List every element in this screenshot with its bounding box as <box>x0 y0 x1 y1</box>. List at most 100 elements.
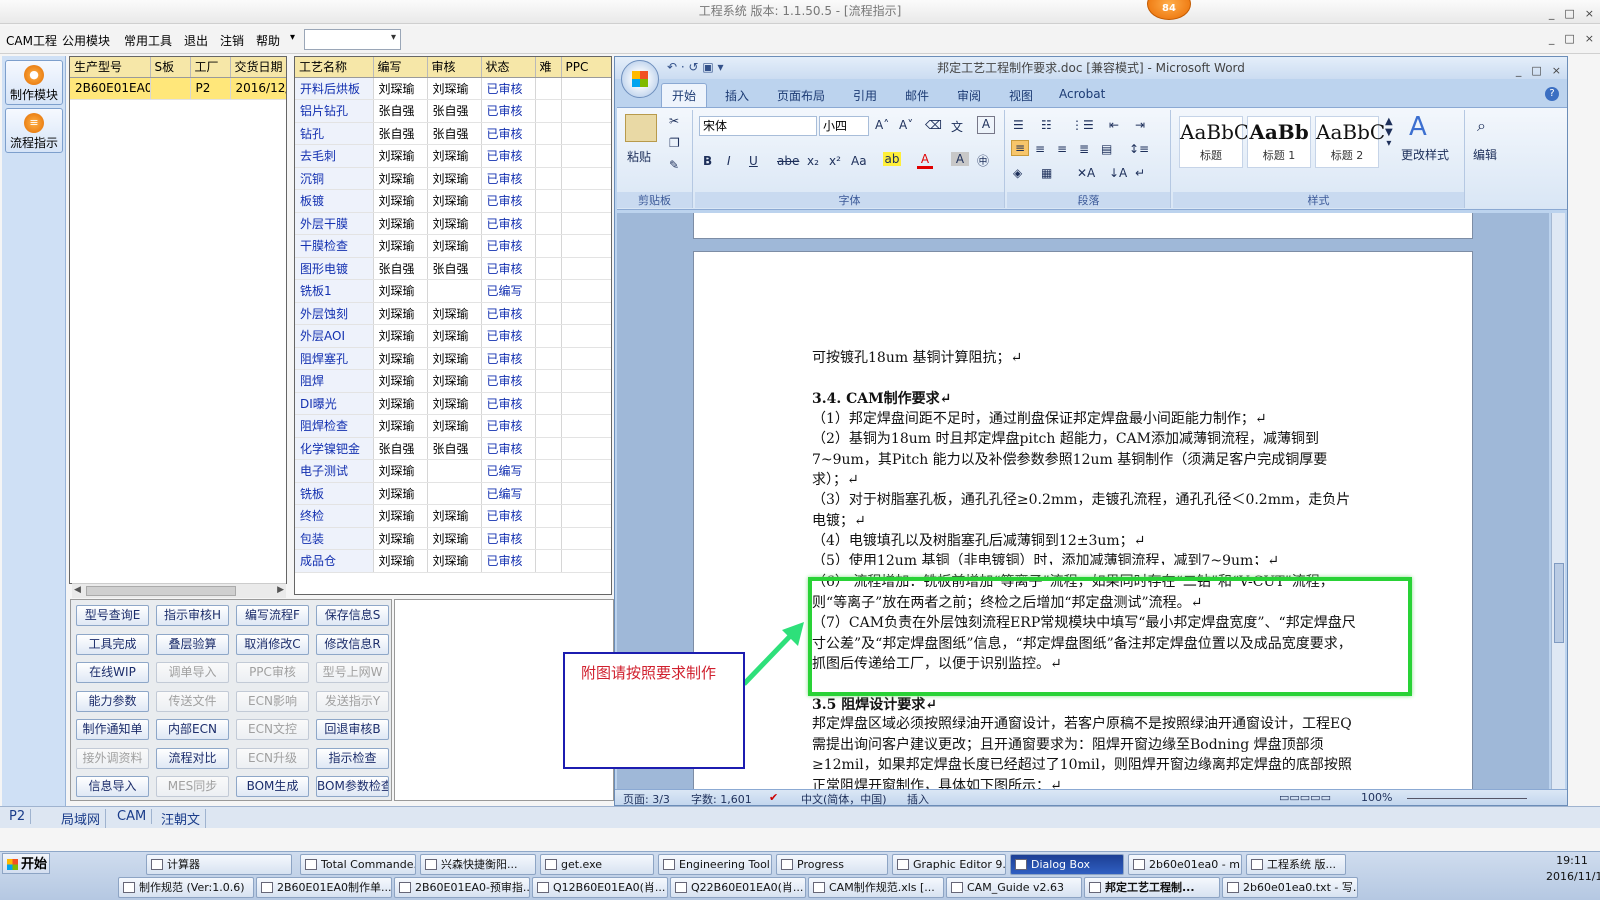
close-button[interactable]: × <box>1585 3 1594 25</box>
cut-icon[interactable]: ✂ <box>669 114 679 128</box>
word-minimize-button[interactable]: _ <box>1516 60 1522 82</box>
cell-status[interactable]: 已审核 <box>481 257 536 280</box>
table-row[interactable]: 钻孔 张自强 张自强 已审核 <box>295 122 611 145</box>
cell-difficulty[interactable] <box>535 369 562 393</box>
cell-author[interactable]: 刘琛瑜 <box>373 167 428 190</box>
status-page[interactable]: 页面: 3/3 <box>623 791 670 807</box>
change-styles-button[interactable]: 更改样式 <box>1401 146 1449 163</box>
table-row[interactable]: 外层AOI 刘琛瑜 刘琛瑜 已审核 <box>295 324 611 348</box>
cell-reviewer[interactable]: 张自强 <box>427 122 482 145</box>
change-styles-icon[interactable]: A <box>1409 112 1427 142</box>
cell-author[interactable]: 刘琛瑜 <box>373 234 428 258</box>
cell-author[interactable]: 刘琛瑜 <box>373 144 428 168</box>
function-button[interactable]: 在线WIP <box>76 662 149 683</box>
cell-process-name[interactable]: 板镀 <box>295 189 374 213</box>
cell-author[interactable]: 刘琛瑜 <box>373 302 428 325</box>
cell-reviewer[interactable]: 张自强 <box>427 437 482 460</box>
cell-author[interactable]: 刘琛瑜 <box>373 414 428 438</box>
cell-process-name[interactable]: 终检 <box>295 504 374 528</box>
cell-status[interactable]: 已编写 <box>481 482 536 505</box>
cell-status[interactable]: 已审核 <box>481 302 536 325</box>
char-shading-icon[interactable]: A <box>951 152 969 166</box>
cell-reviewer[interactable]: 刘琛瑜 <box>427 167 482 190</box>
cell-difficulty[interactable] <box>535 99 562 123</box>
cell-difficulty[interactable] <box>535 392 562 415</box>
tab-mailings[interactable]: 邮件 <box>905 87 929 104</box>
taskbar-item[interactable]: CAM制作规范.xls [... <box>808 877 944 898</box>
table-row[interactable]: 2B60E01EA0 P2 2016/12/ <box>70 77 286 100</box>
cell-reviewer[interactable] <box>427 459 482 483</box>
cell-process-name[interactable]: 干膜检查 <box>295 234 374 258</box>
cell-status[interactable]: 已审核 <box>481 167 536 190</box>
cell-process-name[interactable]: 阻焊检查 <box>295 414 374 438</box>
taskbar-item[interactable]: 邦定工艺工程制... <box>1084 877 1220 898</box>
sort-icon[interactable]: ↓A <box>1109 166 1127 180</box>
scroll-thumb[interactable] <box>86 586 236 596</box>
cell-process-name[interactable]: 化学镍钯金 <box>295 437 374 460</box>
cell-author[interactable]: 刘琛瑜 <box>373 369 428 393</box>
decrease-indent-icon[interactable]: ⇤ <box>1109 118 1119 132</box>
taskbar-item[interactable]: CAM_Guide v2.63 <box>946 877 1082 898</box>
phonetic-icon[interactable]: 文 <box>951 118 963 135</box>
cell-author[interactable]: 刘琛瑜 <box>373 77 428 100</box>
table-row[interactable]: 阻焊检查 刘琛瑜 刘琛瑜 已审核 <box>295 414 611 438</box>
scroll-left-icon[interactable]: ◀ <box>74 585 81 595</box>
distributed-icon[interactable]: ▤ <box>1101 142 1112 156</box>
cell-difficulty[interactable] <box>535 482 562 505</box>
cell-reviewer[interactable]: 刘琛瑜 <box>427 144 482 168</box>
mdi-maximize-button[interactable]: □ <box>1564 32 1574 45</box>
copy-icon[interactable]: ❐ <box>669 136 680 150</box>
col-process-name[interactable]: 工艺名称 <box>295 57 374 78</box>
cell-author[interactable]: 刘琛瑜 <box>373 392 428 415</box>
cell-delivery-date[interactable]: 2016/12/ <box>230 77 286 100</box>
cell-status[interactable]: 已审核 <box>481 504 536 528</box>
shading-icon[interactable]: ◈ <box>1013 166 1022 180</box>
cell-status[interactable]: 已审核 <box>481 122 536 145</box>
function-button[interactable]: 接外调资料 <box>76 747 149 769</box>
format-painter-icon[interactable]: ✎ <box>669 158 679 172</box>
table-row[interactable]: 图形电镀 张自强 张自强 已审核 <box>295 257 611 280</box>
tab-insert[interactable]: 插入 <box>725 87 749 104</box>
char-border-icon[interactable]: A <box>977 116 995 134</box>
tab-review[interactable]: 审阅 <box>957 87 981 104</box>
nav-process-instruction[interactable]: ≡ 流程指示 <box>5 108 63 153</box>
col-status[interactable]: 状态 <box>481 57 536 78</box>
cell-reviewer[interactable]: 刘琛瑜 <box>427 549 482 573</box>
cell-author[interactable]: 刘琛瑜 <box>373 482 428 505</box>
menu-cam[interactable]: CAM工程 <box>6 32 57 49</box>
table-row[interactable]: 成品仓 刘琛瑜 刘琛瑜 已审核 <box>295 549 611 573</box>
table-row[interactable]: 阻焊塞孔 刘琛瑜 刘琛瑜 已审核 <box>295 347 611 370</box>
cell-difficulty[interactable] <box>535 167 562 190</box>
cell-author[interactable]: 刘琛瑜 <box>373 279 428 303</box>
cell-ppc[interactable] <box>561 482 611 505</box>
cell-difficulty[interactable] <box>535 437 562 460</box>
function-button[interactable]: 指示审核H <box>156 605 229 626</box>
cell-reviewer[interactable]: 刘琛瑜 <box>427 189 482 213</box>
table-row[interactable]: DI曝光 刘琛瑜 刘琛瑜 已审核 <box>295 392 611 415</box>
vertical-scrollbar[interactable] <box>1551 213 1565 789</box>
cell-author[interactable]: 张自强 <box>373 99 428 123</box>
menu-help-arrow[interactable]: ▾ <box>290 32 295 43</box>
cell-ppc[interactable] <box>561 459 611 483</box>
table-row[interactable]: 铝片钻孔 张自强 张自强 已审核 <box>295 99 611 123</box>
menu-common-module[interactable]: 公用模块 <box>62 32 110 49</box>
status-zoom[interactable]: 100% <box>1361 791 1392 804</box>
function-button[interactable]: 信息导入 <box>76 776 149 797</box>
table-row[interactable]: 干膜检查 刘琛瑜 刘琛瑜 已审核 <box>295 234 611 258</box>
cell-status[interactable]: 已审核 <box>481 414 536 438</box>
cell-ppc[interactable] <box>561 144 611 168</box>
cell-process-name[interactable]: 开料后烘板 <box>295 77 374 100</box>
table-row[interactable]: 终检 刘琛瑜 刘琛瑜 已审核 <box>295 504 611 528</box>
taskbar-item[interactable]: get.exe <box>540 854 654 875</box>
tab-user[interactable]: 汪朝文 <box>156 809 207 828</box>
cell-author[interactable]: 刘琛瑜 <box>373 504 428 528</box>
edit-button[interactable]: 编辑 <box>1473 146 1497 163</box>
cell-difficulty[interactable] <box>535 279 562 303</box>
mdi-close-button[interactable]: × <box>1585 32 1594 45</box>
cell-status[interactable]: 已审核 <box>481 527 536 550</box>
table-row[interactable]: 开料后烘板 刘琛瑜 刘琛瑜 已审核 <box>295 77 611 100</box>
cell-process-name[interactable]: 外层干膜 <box>295 212 374 235</box>
taskbar-item[interactable]: Graphic Editor 9... <box>892 854 1006 875</box>
function-button[interactable]: 型号上网W <box>316 662 389 683</box>
document-area[interactable]: 可按镀孔18um 基铜计算阻抗；↵ 3.4. CAM制作要求↵ （1）邦定焊盘间… <box>617 213 1549 789</box>
